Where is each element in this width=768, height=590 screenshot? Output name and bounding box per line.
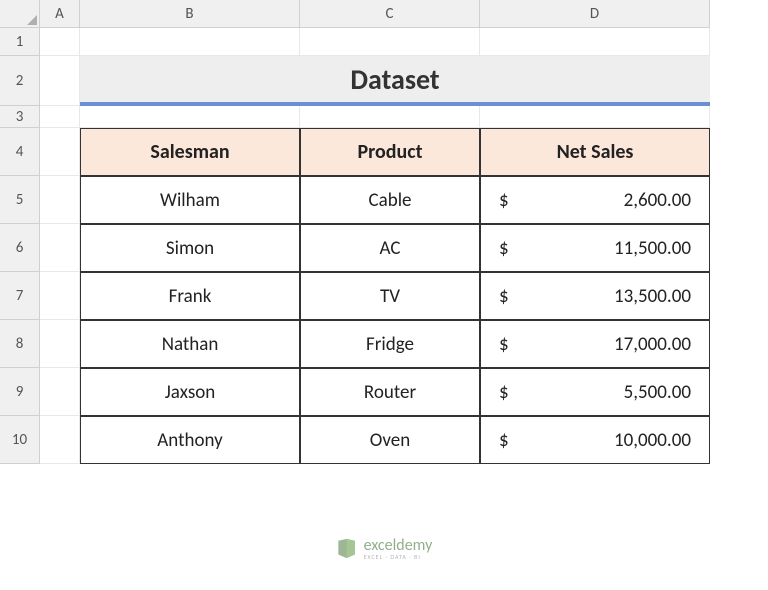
currency-symbol: $: [499, 381, 509, 404]
cell-netsales-4[interactable]: $ 5,500.00: [480, 368, 710, 416]
amount-value: 17,000.00: [509, 333, 691, 356]
cell-a2[interactable]: [40, 56, 80, 106]
cell-product-1[interactable]: AC: [300, 224, 480, 272]
watermark-sub: EXCEL · DATA · BI: [364, 554, 433, 560]
header-salesman[interactable]: Salesman: [80, 128, 300, 176]
row-header-5[interactable]: 5: [0, 176, 40, 224]
currency-symbol: $: [499, 429, 509, 452]
cell-salesman-3[interactable]: Nathan: [80, 320, 300, 368]
cell-product-3[interactable]: Fridge: [300, 320, 480, 368]
watermark: exceldemy EXCEL · DATA · BI: [336, 538, 433, 560]
cell-salesman-2[interactable]: Frank: [80, 272, 300, 320]
row-header-2[interactable]: 2: [0, 56, 40, 106]
row-header-6[interactable]: 6: [0, 224, 40, 272]
watermark-main: exceldemy: [364, 538, 433, 554]
header-product[interactable]: Product: [300, 128, 480, 176]
cell-product-4[interactable]: Router: [300, 368, 480, 416]
col-header-c[interactable]: C: [300, 0, 480, 28]
cell-a8[interactable]: [40, 320, 80, 368]
watermark-text: exceldemy EXCEL · DATA · BI: [364, 538, 433, 560]
row-header-7[interactable]: 7: [0, 272, 40, 320]
cell-netsales-0[interactable]: $ 2,600.00: [480, 176, 710, 224]
cell-netsales-2[interactable]: $ 13,500.00: [480, 272, 710, 320]
dataset-title[interactable]: Dataset: [80, 56, 710, 106]
col-header-b[interactable]: B: [80, 0, 300, 28]
col-header-d[interactable]: D: [480, 0, 710, 28]
cell-b3[interactable]: [80, 106, 300, 128]
amount-value: 5,500.00: [509, 381, 691, 404]
amount-value: 2,600.00: [509, 189, 691, 212]
cell-a3[interactable]: [40, 106, 80, 128]
amount-value: 11,500.00: [509, 237, 691, 260]
header-net-sales[interactable]: Net Sales: [480, 128, 710, 176]
amount-value: 10,000.00: [509, 429, 691, 452]
cell-b1[interactable]: [80, 28, 300, 56]
cell-a4[interactable]: [40, 128, 80, 176]
cell-product-0[interactable]: Cable: [300, 176, 480, 224]
cell-a6[interactable]: [40, 224, 80, 272]
currency-symbol: $: [499, 189, 509, 212]
cell-d3[interactable]: [480, 106, 710, 128]
cell-product-5[interactable]: Oven: [300, 416, 480, 464]
currency-symbol: $: [499, 237, 509, 260]
cell-salesman-1[interactable]: Simon: [80, 224, 300, 272]
exceldemy-icon: [336, 538, 358, 560]
cell-a1[interactable]: [40, 28, 80, 56]
cell-netsales-5[interactable]: $ 10,000.00: [480, 416, 710, 464]
cell-c1[interactable]: [300, 28, 480, 56]
row-header-10[interactable]: 10: [0, 416, 40, 464]
row-header-9[interactable]: 9: [0, 368, 40, 416]
cell-c3[interactable]: [300, 106, 480, 128]
cell-salesman-5[interactable]: Anthony: [80, 416, 300, 464]
row-header-4[interactable]: 4: [0, 128, 40, 176]
spreadsheet-grid: A B C D 1 2 Dataset 3 4 Salesman Product…: [0, 0, 768, 464]
cell-a9[interactable]: [40, 368, 80, 416]
amount-value: 13,500.00: [509, 285, 691, 308]
cell-salesman-4[interactable]: Jaxson: [80, 368, 300, 416]
cell-a5[interactable]: [40, 176, 80, 224]
row-header-8[interactable]: 8: [0, 320, 40, 368]
select-all-corner[interactable]: [0, 0, 40, 28]
row-header-3[interactable]: 3: [0, 106, 40, 128]
cell-product-2[interactable]: TV: [300, 272, 480, 320]
currency-symbol: $: [499, 285, 509, 308]
currency-symbol: $: [499, 333, 509, 356]
cell-d1[interactable]: [480, 28, 710, 56]
cell-netsales-3[interactable]: $ 17,000.00: [480, 320, 710, 368]
cell-a7[interactable]: [40, 272, 80, 320]
cell-a10[interactable]: [40, 416, 80, 464]
cell-salesman-0[interactable]: Wilham: [80, 176, 300, 224]
row-header-1[interactable]: 1: [0, 28, 40, 56]
col-header-a[interactable]: A: [40, 0, 80, 28]
cell-netsales-1[interactable]: $ 11,500.00: [480, 224, 710, 272]
